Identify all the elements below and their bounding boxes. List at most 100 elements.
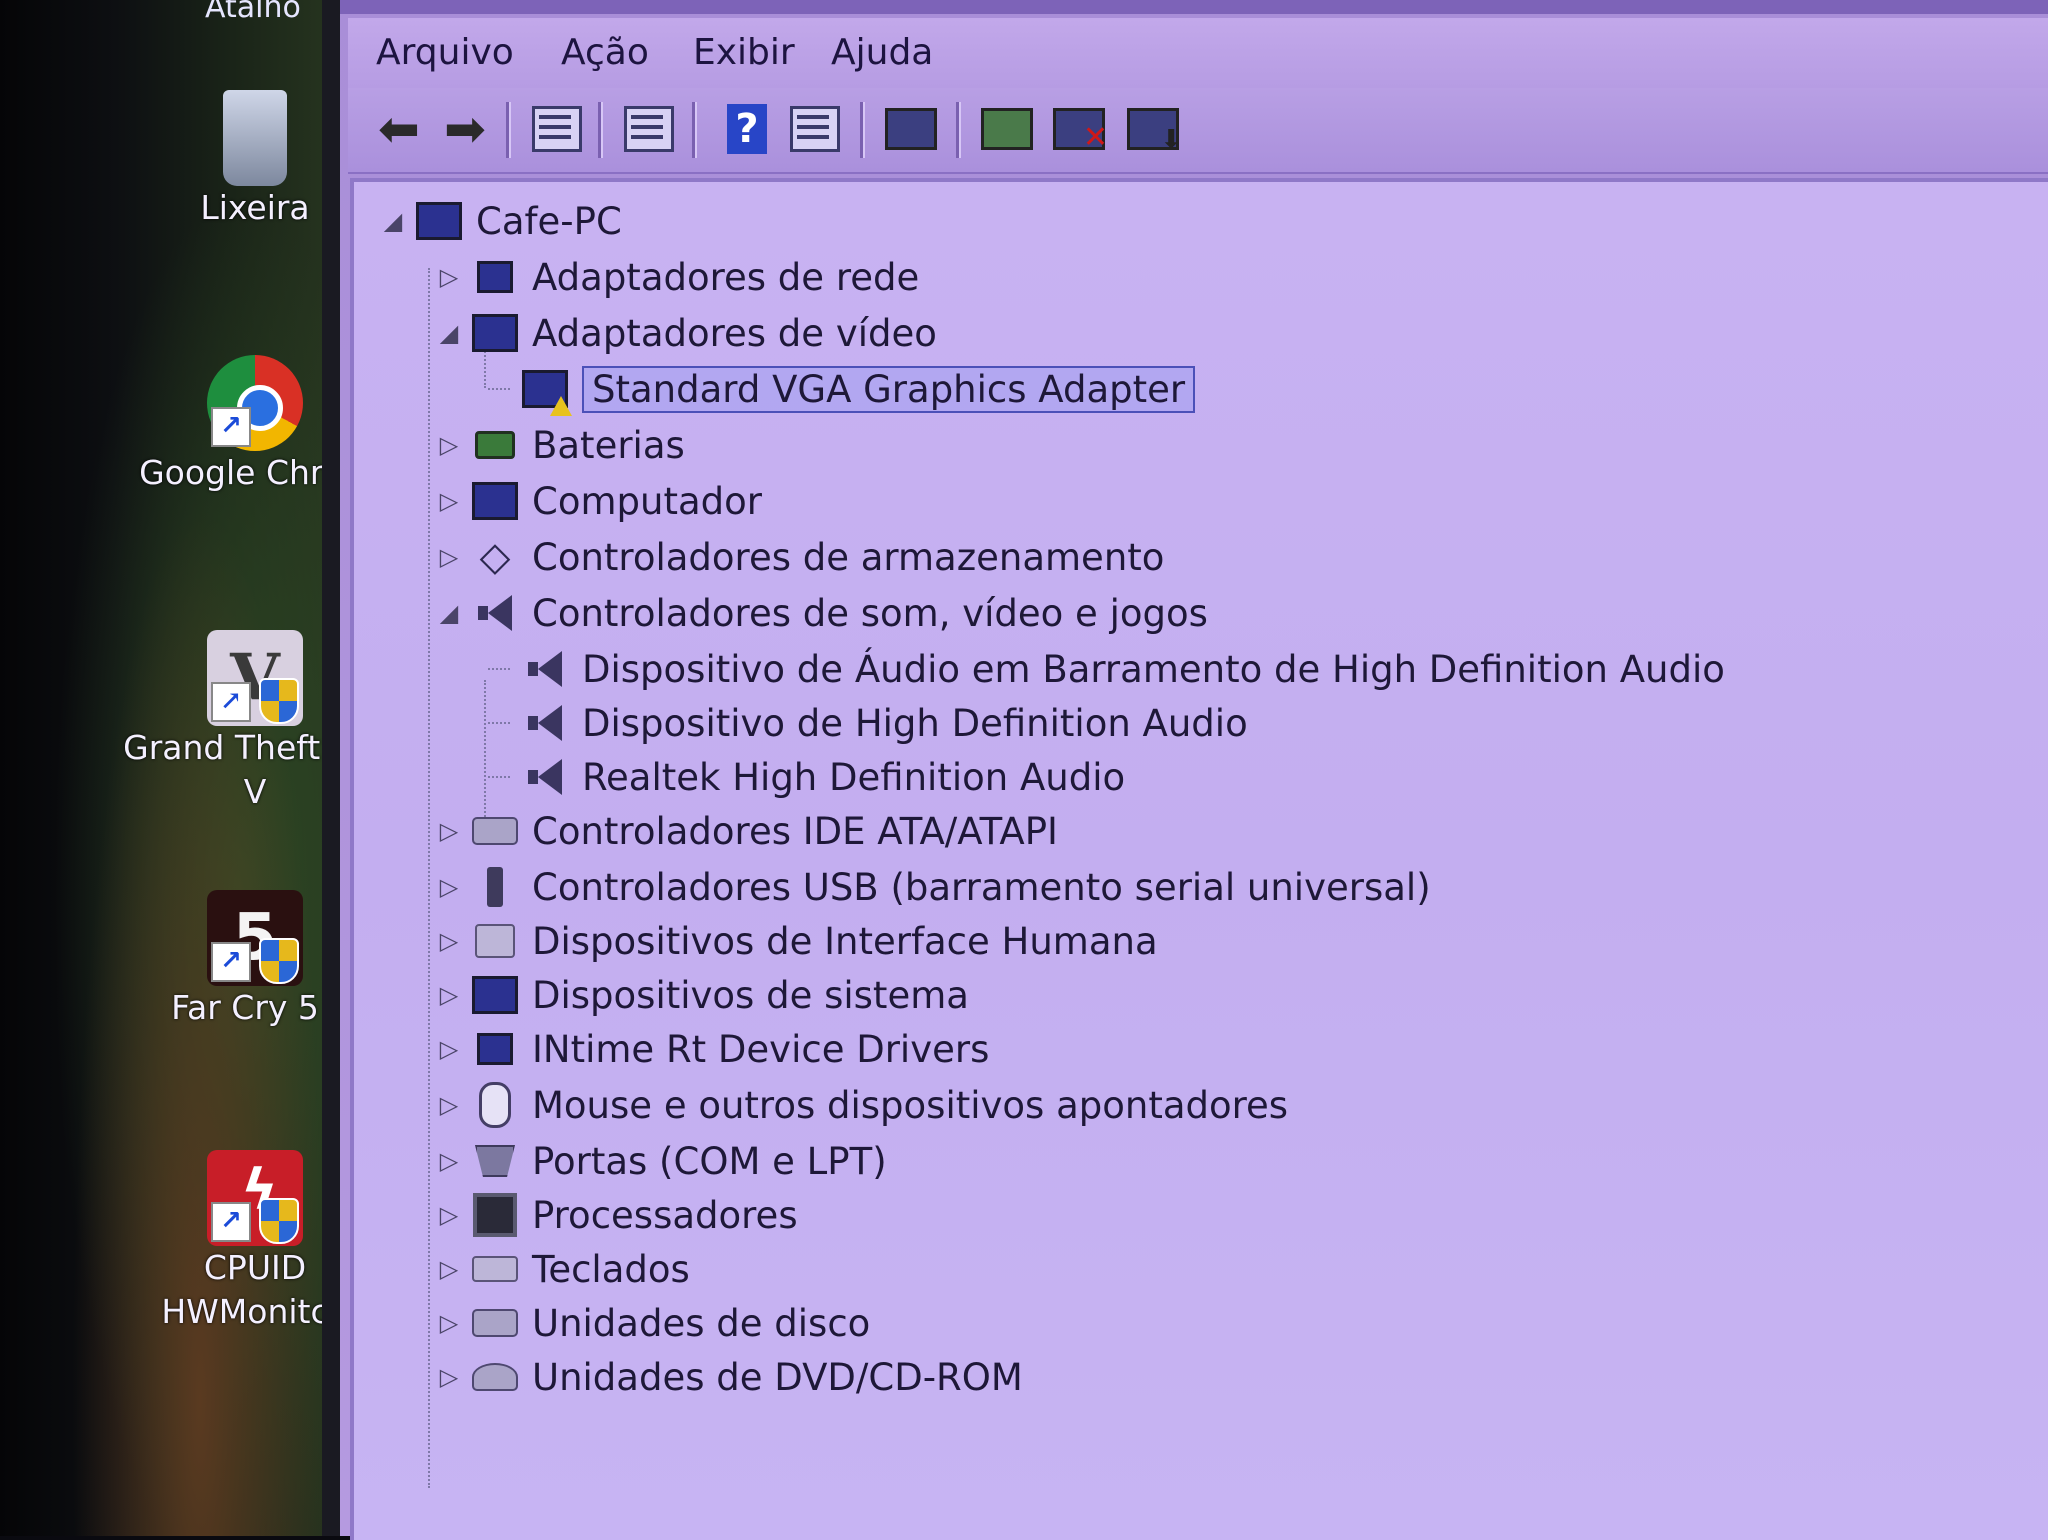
action-pane-icon[interactable] <box>786 100 844 158</box>
desktop-cut-label: Atalho <box>205 0 301 25</box>
tree-node-label: Dispositivo de High Definition Audio <box>582 701 1248 745</box>
display-adapter-icon <box>472 310 518 356</box>
tree-node-label: Adaptadores de vídeo <box>532 311 937 355</box>
expand-triangle-icon[interactable]: ▷ <box>434 1309 464 1337</box>
storage-controller-icon: ◇ <box>479 534 511 580</box>
tree-node-label: Computador <box>532 479 762 523</box>
menu-bar: Arquivo Ação Exibir Ajuda <box>348 18 2048 88</box>
device-tree[interactable]: ◢ Cafe-PC ▷ Adaptadores de rede ◢ Adapta… <box>350 178 2048 1540</box>
tree-connector <box>488 722 510 724</box>
tree-node-label-selected: Standard VGA Graphics Adapter <box>582 365 1196 413</box>
menu-exibir[interactable]: Exibir <box>685 28 803 77</box>
display-warning-icon <box>522 366 572 416</box>
expand-triangle-icon[interactable]: ▷ <box>434 1091 464 1119</box>
tree-node-disco[interactable]: ▷ Unidades de disco <box>434 1298 871 1348</box>
tree-node-adaptadores-de-video[interactable]: ◢ Adaptadores de vídeo <box>434 308 937 358</box>
tree-node-ide-ata[interactable]: ▷ Controladores IDE ATA/ATAPI <box>434 806 1058 856</box>
back-arrow-icon[interactable]: ⬅ <box>370 100 428 158</box>
expand-triangle-icon[interactable]: ▷ <box>434 1035 464 1063</box>
tree-node-realtek-audio[interactable]: Realtek High Definition Audio <box>488 752 1125 802</box>
collapse-triangle-icon[interactable]: ◢ <box>434 319 464 347</box>
collapse-triangle-icon[interactable]: ◢ <box>434 599 464 627</box>
tree-node-sistema[interactable]: ▷ Dispositivos de sistema <box>434 970 969 1020</box>
help-icon[interactable]: ? <box>718 100 776 158</box>
tree-node-portas[interactable]: ▷ Portas (COM e LPT) <box>434 1136 887 1186</box>
expand-triangle-icon[interactable]: ▷ <box>434 1363 464 1391</box>
expand-triangle-icon[interactable]: ▷ <box>434 263 464 291</box>
mouse-icon <box>472 1082 518 1128</box>
processor-icon <box>472 1192 518 1238</box>
tree-node-dvd[interactable]: ▷ Unidades de DVD/CD-ROM <box>434 1352 1023 1402</box>
recycle-bin-icon <box>223 90 287 186</box>
tree-node-label: Controladores IDE ATA/ATAPI <box>532 809 1058 853</box>
tree-node-hd-audio[interactable]: Dispositivo de High Definition Audio <box>488 698 1248 748</box>
scan-hardware-icon[interactable] <box>882 100 940 158</box>
expand-triangle-icon[interactable]: ▷ <box>434 543 464 571</box>
desktop-background: Atalho Lixeira ↗ Google Chrc V ↗ Grand T… <box>0 0 342 1536</box>
tree-node-label: Adaptadores de rede <box>532 255 920 299</box>
tree-node-label: Dispositivos de Interface Humana <box>532 919 1158 963</box>
tree-node-audio-barramento[interactable]: Dispositivo de Áudio em Barramento de Hi… <box>488 644 1725 694</box>
tree-node-label: Portas (COM e LPT) <box>532 1139 887 1183</box>
shortcut-arrow-icon: ↗ <box>211 407 251 447</box>
tree-node-label: Baterias <box>532 423 685 467</box>
expand-triangle-icon[interactable]: ▷ <box>434 1147 464 1175</box>
shortcut-arrow-icon: ↗ <box>211 682 251 722</box>
tree-node-label: Dispositivo de Áudio em Barramento de Hi… <box>582 647 1725 691</box>
forward-arrow-icon[interactable]: ➡ <box>436 100 494 158</box>
tree-node-adaptadores-de-rede[interactable]: ▷ Adaptadores de rede <box>434 252 919 302</box>
speaker-icon <box>472 590 518 636</box>
expand-triangle-icon[interactable]: ▷ <box>434 981 464 1009</box>
uninstall-device-icon[interactable]: ✕ <box>1050 100 1108 158</box>
hid-icon <box>472 918 518 964</box>
tree-node-label: Mouse e outros dispositivos apontadores <box>532 1083 1289 1127</box>
tree-node-label: Realtek High Definition Audio <box>582 755 1126 799</box>
expand-triangle-icon[interactable]: ▷ <box>434 873 464 901</box>
menu-ajuda[interactable]: Ajuda <box>823 28 941 77</box>
tree-node-baterias[interactable]: ▷ Baterias <box>434 420 685 470</box>
expand-triangle-icon[interactable]: ▷ <box>434 817 464 845</box>
console-tree-icon[interactable] <box>528 100 586 158</box>
tree-root-label: Cafe-PC <box>476 199 622 243</box>
uac-shield-icon <box>259 678 299 724</box>
tree-node-armazenamento[interactable]: ▷ ◇ Controladores de armazenamento <box>434 532 1165 582</box>
tree-connector <box>488 668 510 670</box>
network-adapter-icon <box>472 254 518 300</box>
tree-node-computador[interactable]: ▷ Computador <box>434 476 762 526</box>
expand-triangle-icon[interactable]: ▷ <box>434 1255 464 1283</box>
network-adapter-icon <box>472 1026 518 1072</box>
tree-node-processadores[interactable]: ▷ Processadores <box>434 1190 798 1240</box>
expand-triangle-icon[interactable]: ▷ <box>434 487 464 515</box>
tree-node-mouse[interactable]: ▷ Mouse e outros dispositivos apontadore… <box>434 1080 1288 1130</box>
tree-node-standard-vga[interactable]: Standard VGA Graphics Adapter <box>488 364 1196 416</box>
menu-arquivo[interactable]: Arquivo <box>368 28 522 77</box>
device-manager-window: Arquivo Ação Exibir Ajuda ⬅ ➡ ? ✕ ⬇ ◢ Ca… <box>340 0 2048 1540</box>
disable-device-icon[interactable]: ⬇ <box>1124 100 1182 158</box>
menu-acao[interactable]: Ação <box>553 28 657 77</box>
collapse-triangle-icon[interactable]: ◢ <box>378 207 408 235</box>
tree-node-label: Unidades de disco <box>532 1301 871 1345</box>
toolbar: ⬅ ➡ ? ✕ ⬇ <box>348 88 2048 174</box>
battery-icon <box>472 422 518 468</box>
dvd-drive-icon <box>472 1354 518 1400</box>
expand-triangle-icon[interactable]: ▷ <box>434 1201 464 1229</box>
tree-node-hid[interactable]: ▷ Dispositivos de Interface Humana <box>434 916 1158 966</box>
tree-root-node[interactable]: ◢ Cafe-PC <box>378 196 622 246</box>
tree-connector <box>488 388 510 390</box>
tree-node-label: Teclados <box>532 1247 690 1291</box>
tree-node-usb[interactable]: ▷ Controladores USB (barramento serial u… <box>434 862 1431 912</box>
window-left-border <box>322 0 342 1536</box>
far-cry-5-icon: 5 ↗ <box>207 890 303 986</box>
expand-triangle-icon[interactable]: ▷ <box>434 927 464 955</box>
tree-connector <box>428 268 430 1488</box>
usb-icon <box>472 864 518 910</box>
hwmonitor-icon: ϟ ↗ <box>207 1150 303 1246</box>
tree-node-intime[interactable]: ▷ INtime Rt Device Drivers <box>434 1024 990 1074</box>
update-driver-icon[interactable] <box>978 100 1036 158</box>
properties-icon[interactable] <box>620 100 678 158</box>
tree-node-teclados[interactable]: ▷ Teclados <box>434 1244 690 1294</box>
tree-connector <box>488 776 510 778</box>
tree-node-label: Processadores <box>532 1193 798 1237</box>
tree-node-som-video-jogos[interactable]: ◢ Controladores de som, vídeo e jogos <box>434 588 1208 638</box>
expand-triangle-icon[interactable]: ▷ <box>434 431 464 459</box>
